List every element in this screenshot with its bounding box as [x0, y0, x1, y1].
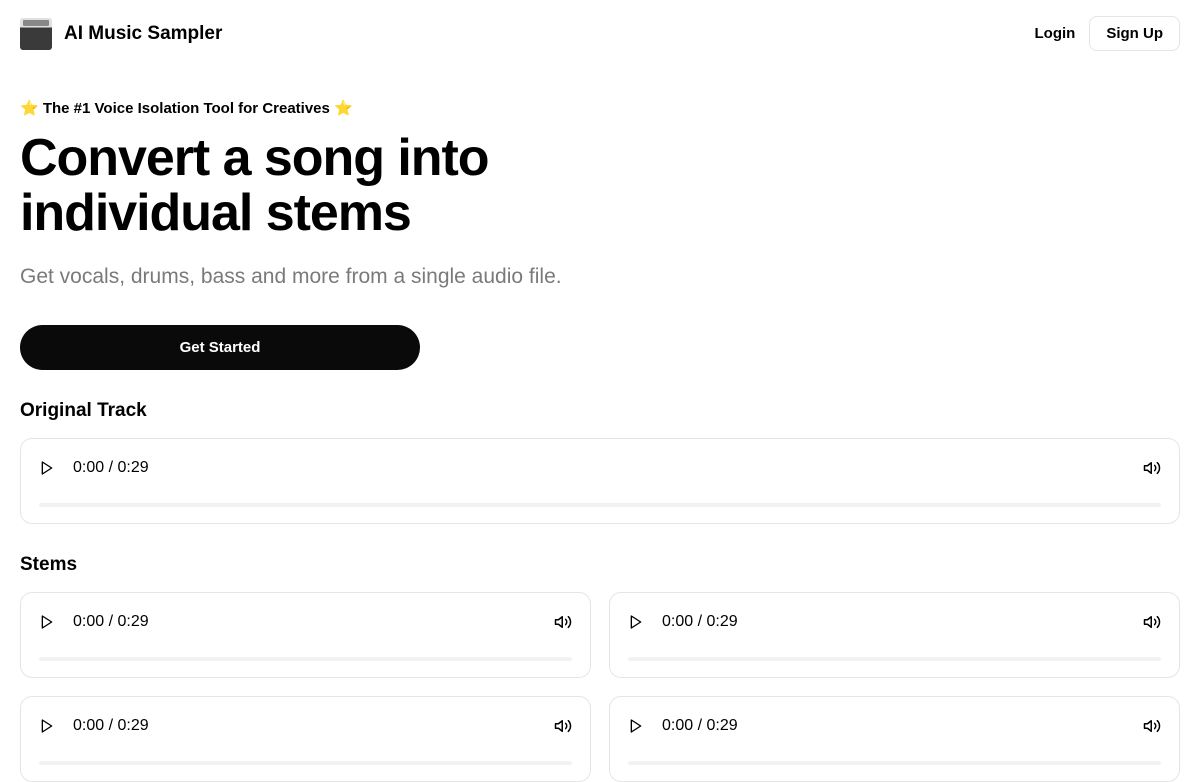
player-left: 0:00 / 0:29 [628, 717, 738, 735]
time-display: 0:00 / 0:29 [73, 459, 149, 477]
stem-player: 0:00 / 0:29 [20, 592, 591, 678]
player-left: 0:00 / 0:29 [39, 613, 149, 631]
progress-track[interactable] [39, 503, 1161, 507]
stems-grid: 0:00 / 0:29 0:00 / 0:29 [20, 592, 1180, 782]
player-controls-row: 0:00 / 0:29 [39, 459, 1161, 477]
progress-track[interactable] [39, 657, 572, 661]
player-left: 0:00 / 0:29 [628, 613, 738, 631]
hero-badge: ⭐ The #1 Voice Isolation Tool for Creati… [20, 99, 1180, 117]
brand-name: AI Music Sampler [64, 23, 222, 45]
play-icon[interactable] [39, 718, 55, 734]
get-started-button[interactable]: Get Started [20, 325, 420, 370]
header-actions: Login Sign Up [1035, 16, 1181, 51]
play-icon[interactable] [39, 614, 55, 630]
original-track-label: Original Track [20, 400, 1180, 422]
player-controls-row: 0:00 / 0:29 [39, 613, 572, 631]
brand[interactable]: AI Music Sampler [20, 18, 222, 50]
volume-icon[interactable] [1143, 613, 1161, 631]
player-left: 0:00 / 0:29 [39, 459, 149, 477]
play-icon[interactable] [628, 614, 644, 630]
player-controls-row: 0:00 / 0:29 [628, 717, 1161, 735]
stem-player: 0:00 / 0:29 [20, 696, 591, 782]
login-link[interactable]: Login [1035, 25, 1076, 42]
time-display: 0:00 / 0:29 [73, 717, 149, 735]
play-icon[interactable] [628, 718, 644, 734]
stems-label: Stems [20, 554, 1180, 576]
main: ⭐ The #1 Voice Isolation Tool for Creati… [0, 67, 1200, 782]
header: AI Music Sampler Login Sign Up [0, 0, 1200, 67]
play-icon[interactable] [39, 460, 55, 476]
brand-logo-icon [20, 18, 52, 50]
player-controls-row: 0:00 / 0:29 [628, 613, 1161, 631]
volume-icon[interactable] [1143, 717, 1161, 735]
progress-track[interactable] [39, 761, 572, 765]
hero-title: Convert a song into individual stems [20, 131, 560, 241]
time-display: 0:00 / 0:29 [73, 613, 149, 631]
stem-player: 0:00 / 0:29 [609, 696, 1180, 782]
time-display: 0:00 / 0:29 [662, 717, 738, 735]
volume-icon[interactable] [554, 613, 572, 631]
progress-track[interactable] [628, 657, 1161, 661]
stem-player: 0:00 / 0:29 [609, 592, 1180, 678]
signup-button[interactable]: Sign Up [1089, 16, 1180, 51]
time-display: 0:00 / 0:29 [662, 613, 738, 631]
volume-icon[interactable] [554, 717, 572, 735]
player-controls-row: 0:00 / 0:29 [39, 717, 572, 735]
hero-subtitle: Get vocals, drums, bass and more from a … [20, 265, 1180, 289]
original-player: 0:00 / 0:29 [20, 438, 1180, 524]
player-left: 0:00 / 0:29 [39, 717, 149, 735]
progress-track[interactable] [628, 761, 1161, 765]
volume-icon[interactable] [1143, 459, 1161, 477]
